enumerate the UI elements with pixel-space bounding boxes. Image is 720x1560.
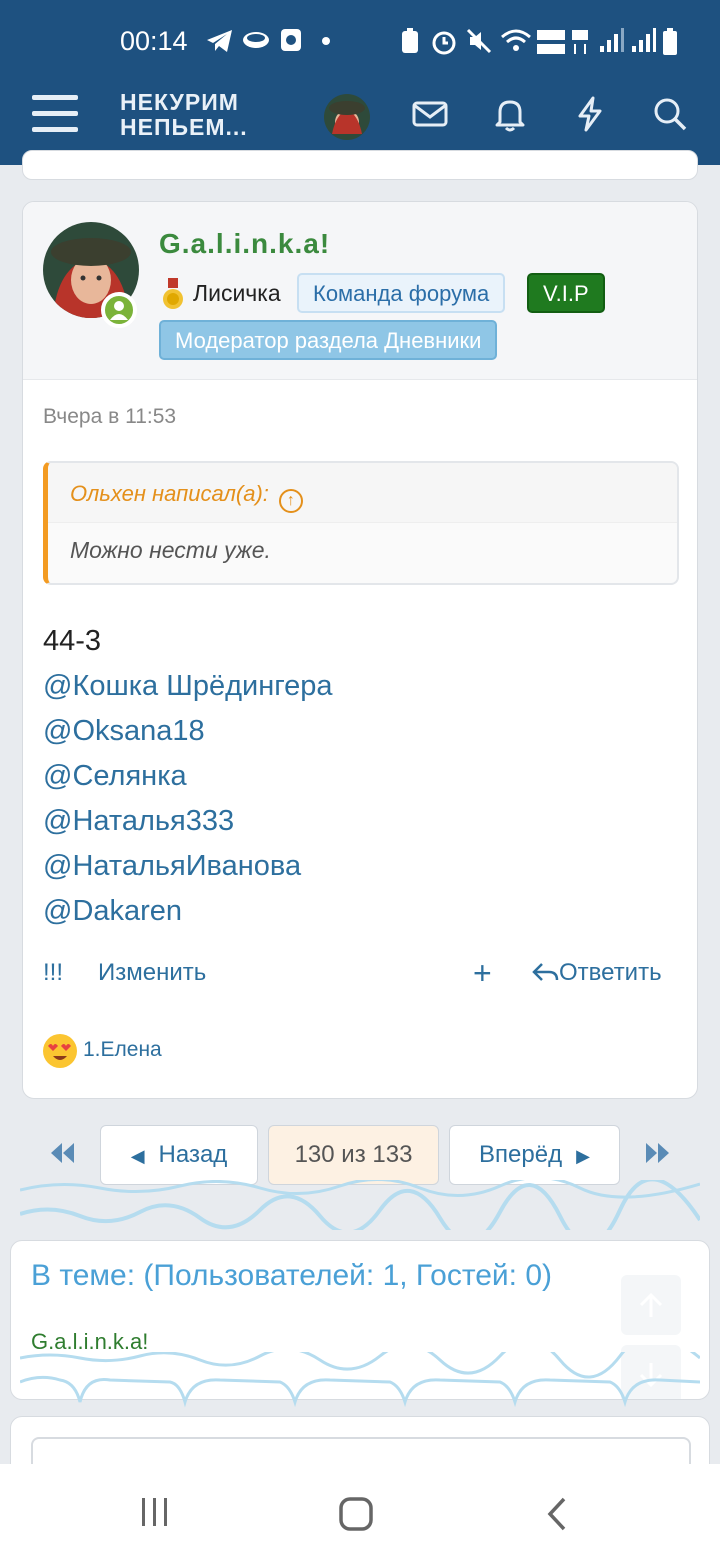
heart-eyes-emoji-icon bbox=[43, 1034, 77, 1068]
menu-button[interactable] bbox=[32, 95, 78, 135]
scroll-top-button[interactable] bbox=[621, 1275, 681, 1335]
next-label: Вперёд bbox=[479, 1141, 563, 1168]
mention-link[interactable]: @Селянка bbox=[43, 754, 333, 799]
current-page[interactable]: 130 из 133 bbox=[268, 1125, 439, 1185]
signal-icon bbox=[600, 28, 624, 52]
arrow-up-icon bbox=[639, 1292, 663, 1317]
author-name[interactable]: G.a.l.i.n.k.a! bbox=[159, 228, 330, 260]
prev-label: Назад bbox=[158, 1141, 228, 1168]
status-time: 00:14 bbox=[120, 26, 188, 56]
medal-icon bbox=[163, 278, 183, 309]
previous-post-card bbox=[22, 150, 698, 180]
more-notifications-icon bbox=[322, 37, 330, 45]
mention-link[interactable]: @Oksana18 bbox=[43, 709, 333, 754]
app-notification-icon-2 bbox=[281, 29, 301, 51]
top-bar: 00:14 НЕКУРИМ НЕПЬЕМ... bbox=[0, 0, 720, 165]
mute-icon bbox=[466, 28, 492, 54]
battery-icon bbox=[663, 28, 677, 55]
caret-left-icon: ◀ bbox=[130, 1146, 145, 1166]
logo-line-1: НЕКУРИМ bbox=[120, 89, 239, 115]
online-status-icon bbox=[101, 292, 137, 328]
alarm-icon bbox=[432, 31, 456, 55]
last-page-icon[interactable] bbox=[644, 1141, 672, 1165]
battery-saver-icon bbox=[402, 28, 418, 53]
quote-text: Можно нести уже. bbox=[70, 537, 271, 563]
bell-icon[interactable] bbox=[490, 94, 530, 134]
quote-author[interactable]: Ольхен написал(а): bbox=[70, 481, 269, 506]
post-date[interactable]: Вчера в 11:53 bbox=[43, 405, 176, 429]
vip-badge: V.I.P bbox=[527, 273, 605, 313]
pagination: ◀ Назад 130 из 133 Вперёд ▶ bbox=[0, 1125, 720, 1185]
system-nav-bar bbox=[0, 1464, 720, 1560]
search-icon[interactable] bbox=[650, 94, 690, 134]
back-icon[interactable] bbox=[544, 1496, 570, 1532]
wavy-divider-2 bbox=[20, 1352, 700, 1408]
telegram-icon bbox=[207, 30, 232, 52]
signal-icon-2 bbox=[632, 28, 656, 52]
mention-link[interactable]: @Кошка Шрёдингера bbox=[43, 664, 333, 709]
arrow-up-circle-icon[interactable]: ↑ bbox=[278, 489, 303, 513]
4g-icon bbox=[572, 30, 588, 54]
post-card: G.a.l.i.n.k.a! Лисичка Команда форума V.… bbox=[22, 201, 698, 1099]
online-title: В теме: (Пользователей: 1, Гостей: 0) bbox=[31, 1259, 553, 1292]
mention-link[interactable]: @НатальяИванова bbox=[43, 844, 333, 889]
post-actions: !!! Изменить + Ответить bbox=[43, 955, 679, 993]
site-logo[interactable]: НЕКУРИМ НЕПЬЕМ... bbox=[120, 90, 248, 140]
wavy-divider bbox=[20, 1180, 700, 1230]
next-page-button[interactable]: Вперёд ▶ bbox=[449, 1125, 620, 1185]
caret-right-icon: ▶ bbox=[576, 1146, 590, 1166]
wifi-icon bbox=[501, 29, 531, 51]
moderator-badge: Модератор раздела Дневники bbox=[159, 320, 498, 360]
volte-icon bbox=[537, 30, 565, 54]
mention-link[interactable]: @Dakaren bbox=[43, 889, 333, 934]
post-text: 44-3 bbox=[43, 625, 102, 657]
post-author-box: G.a.l.i.n.k.a! Лисичка Команда форума V.… bbox=[23, 202, 697, 380]
forum-header: НЕКУРИМ НЕПЬЕМ... bbox=[0, 80, 720, 150]
mail-icon[interactable] bbox=[410, 94, 450, 134]
home-icon[interactable] bbox=[338, 1496, 374, 1532]
lightning-icon[interactable] bbox=[570, 94, 610, 134]
quote-block: Ольхен написал(а): ↑ Можно нести уже. bbox=[43, 461, 679, 585]
logo-line-2: НЕПЬЕМ... bbox=[120, 114, 248, 140]
reaction-user[interactable]: 1.Елена bbox=[83, 1038, 162, 1062]
reply-button[interactable]: Ответить bbox=[531, 959, 662, 987]
post-body: 44-3 @Кошка Шрёдингера @Oksana18 @Селянк… bbox=[43, 619, 333, 934]
reply-label: Ответить bbox=[559, 959, 662, 986]
recent-apps-icon[interactable] bbox=[138, 1496, 172, 1528]
team-badge: Команда форума bbox=[297, 273, 506, 313]
mention-link[interactable]: @Наталья333 bbox=[43, 799, 333, 844]
user-avatar[interactable] bbox=[324, 94, 370, 140]
first-page-icon[interactable] bbox=[48, 1141, 76, 1165]
report-button[interactable]: !!! bbox=[43, 959, 63, 987]
app-notification-icon bbox=[243, 32, 269, 48]
reply-icon bbox=[532, 963, 559, 981]
multiquote-button[interactable]: + bbox=[473, 955, 492, 992]
author-rank: Лисичка bbox=[193, 280, 281, 306]
edit-button[interactable]: Изменить bbox=[98, 959, 206, 987]
quote-header[interactable]: Ольхен написал(а): ↑ bbox=[48, 463, 677, 523]
status-bar: 00:14 bbox=[0, 22, 720, 62]
prev-page-button[interactable]: ◀ Назад bbox=[100, 1125, 258, 1185]
